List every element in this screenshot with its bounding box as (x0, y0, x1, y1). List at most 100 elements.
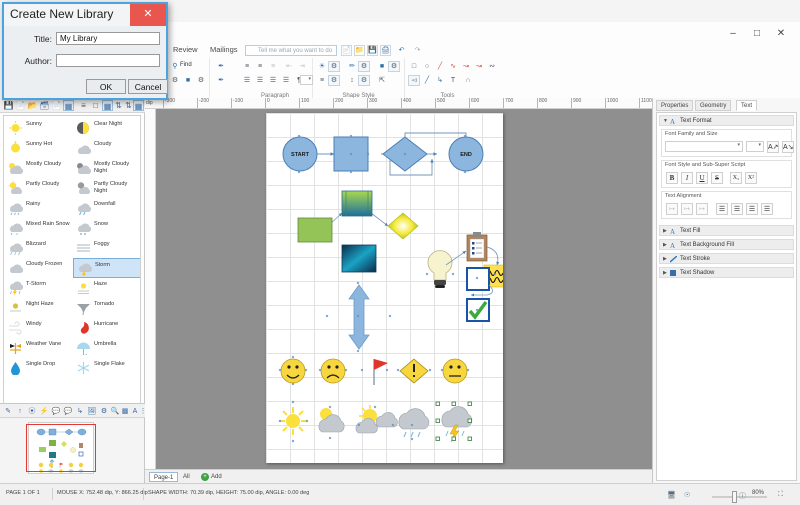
grid-icon[interactable]: □ (90, 100, 101, 111)
cancel-button[interactable]: Cancel (128, 79, 168, 94)
decrease-indent-icon[interactable]: ⇤ (283, 61, 295, 72)
font-size-select[interactable]: ▾ (746, 141, 764, 152)
find-label[interactable]: Find (180, 62, 192, 68)
edit-icon[interactable]: ✎ (3, 407, 13, 417)
zoom-level-label[interactable]: 80% (752, 490, 764, 496)
rotate-icon[interactable]: ⇱ (376, 75, 388, 86)
shadow-icon[interactable]: ■ (376, 61, 388, 72)
library-item[interactable]: Downfall (73, 198, 140, 218)
section-text-background-fill[interactable]: ▶ A Text Background Fill (659, 239, 794, 250)
number-list-icon[interactable]: ≡ (254, 61, 266, 72)
library-item[interactable]: Sunny Hot (5, 138, 73, 158)
italic-button[interactable]: I (681, 172, 693, 184)
align-center-icon[interactable]: ☰ (254, 75, 266, 86)
list-icon[interactable]: ≡ (78, 100, 89, 111)
tab-mailings[interactable]: Mailings (210, 42, 238, 58)
bullet-list-icon[interactable]: ≡ (241, 61, 253, 72)
grow-font-icon[interactable]: A↗ (767, 141, 779, 153)
print-icon[interactable]: 🖨 (380, 45, 391, 56)
section-text-fill[interactable]: ▶ A Text Fill (659, 225, 794, 236)
diagram-canvas[interactable]: START END (266, 113, 503, 463)
align-left-icon[interactable]: ☰ (241, 75, 253, 86)
library-item[interactable]: Foggy (73, 238, 140, 258)
tab-review[interactable]: Review (173, 42, 198, 58)
align-middle-icon[interactable]: ↦ (681, 203, 693, 215)
library-item[interactable]: Single Drop (5, 358, 73, 378)
library-item[interactable]: Snow (73, 218, 140, 238)
shape-fill-options-icon[interactable]: ⚙ (328, 61, 340, 72)
undo-icon[interactable]: ↶ (396, 45, 407, 56)
maximize-button[interactable]: □ (746, 26, 768, 42)
view-icon[interactable]: ▦ (133, 100, 144, 111)
lightning-icon[interactable]: ⚡ (39, 407, 49, 417)
library-item[interactable]: Partly Cloudy Night (73, 178, 140, 198)
clear-format-icon[interactable]: ✒ (215, 75, 227, 86)
align-center-icon[interactable]: ☰ (731, 203, 743, 215)
title-field[interactable] (56, 32, 160, 45)
library-item[interactable]: Weather Vane (5, 338, 73, 358)
underline-button[interactable]: U (696, 172, 708, 184)
properties-icon[interactable]: 🗃 (39, 100, 50, 111)
library-item[interactable]: Night Haze (5, 298, 73, 318)
add-page-icon[interactable]: + (201, 473, 209, 481)
align-top-icon[interactable]: ↦ (666, 203, 678, 215)
shrink-font-icon[interactable]: A↘ (782, 141, 794, 153)
align-right-icon[interactable]: ☰ (746, 203, 758, 215)
align-left-icon[interactable]: ☰ (716, 203, 728, 215)
arc-tool-icon[interactable]: ↝ (460, 61, 472, 72)
library-item[interactable]: Clear Night (73, 118, 140, 138)
zoom-icon[interactable]: 🔍 (110, 407, 120, 417)
spline-tool-icon[interactable]: ∾ (486, 61, 498, 72)
align-justify-icon[interactable]: ☰ (280, 75, 292, 86)
new-file-icon[interactable]: 📄 (341, 45, 352, 56)
multilevel-list-icon[interactable]: ≡ (267, 61, 279, 72)
close-icon[interactable]: ✕ (130, 4, 166, 26)
horizontal-ruler[interactable]: dip -300 -200 -100 0 100 200 300 400 500 600 700 80… (145, 98, 655, 109)
library-item[interactable]: Haze (73, 278, 140, 298)
ellipse-tool-icon[interactable]: ○ (421, 61, 433, 72)
format-painter-icon[interactable]: ✒ (215, 61, 227, 72)
bold-button[interactable]: B (666, 172, 678, 184)
library-item[interactable]: T-Storm (5, 278, 73, 298)
group-icon[interactable]: ▩ (120, 407, 130, 417)
strikethrough-button[interactable]: S (711, 172, 723, 184)
library-item[interactable]: Mixed Rain Snow (5, 218, 73, 238)
paint-icon[interactable]: ⦿ (27, 407, 37, 417)
rectangle-tool-icon[interactable]: □ (408, 61, 420, 72)
arc-shape-icon[interactable]: ∩ (462, 75, 474, 86)
align-options-icon[interactable]: ⚙ (328, 75, 340, 86)
section-text-stroke[interactable]: ▶ Text Stroke (659, 253, 794, 264)
author-field[interactable] (56, 54, 160, 67)
page-tab-all[interactable]: All (183, 472, 190, 482)
line-style-icon[interactable]: ✏ (346, 61, 358, 72)
select-icon[interactable]: ▦ (102, 100, 113, 111)
section-text-format[interactable]: ▼ A Text Format (659, 115, 794, 126)
connector-icon[interactable]: ↳ (75, 407, 85, 417)
freeform-tool-icon[interactable]: ∿ (447, 61, 459, 72)
line-spacing-select[interactable]: ▾ (300, 75, 313, 85)
normal-view-icon[interactable]: 🖥 (667, 491, 676, 499)
library-item[interactable]: Storm (73, 258, 140, 278)
pencil-tool-icon[interactable]: ╱ (421, 75, 433, 86)
increase-indent-icon[interactable]: ⇥ (296, 61, 308, 72)
document-page[interactable]: START END (266, 113, 503, 463)
page-tab-page1[interactable]: Page-1 (149, 472, 179, 482)
library-item[interactable]: Blizzard (5, 238, 73, 258)
copy-icon[interactable]: 📄 (51, 100, 62, 111)
superscript-button[interactable]: X² (745, 172, 757, 184)
library-item[interactable]: Hurricane (73, 318, 140, 338)
tab-text[interactable]: Text (736, 100, 758, 111)
library-item[interactable]: Umbrella (73, 338, 140, 358)
text-tool-icon[interactable]: T (447, 75, 459, 86)
new-icon[interactable]: 📄 (15, 100, 26, 111)
shape-icon[interactable]: ▦ (63, 100, 74, 111)
image-icon[interactable]: 🖼 (87, 407, 97, 417)
ok-button[interactable]: OK (86, 79, 126, 94)
align-right-icon[interactable]: ☰ (267, 75, 279, 86)
line-tool-icon[interactable]: ╱ (434, 61, 446, 72)
library-item[interactable]: Mostly Cloudy (5, 158, 73, 178)
pointer-tool-icon[interactable]: ◅ (408, 75, 420, 86)
canvas-scroll-area[interactable]: START END (156, 109, 652, 469)
zoom-out-icon[interactable]: ⓘ (739, 491, 746, 501)
section-text-shadow[interactable]: ▶ Text Shadow (659, 267, 794, 278)
